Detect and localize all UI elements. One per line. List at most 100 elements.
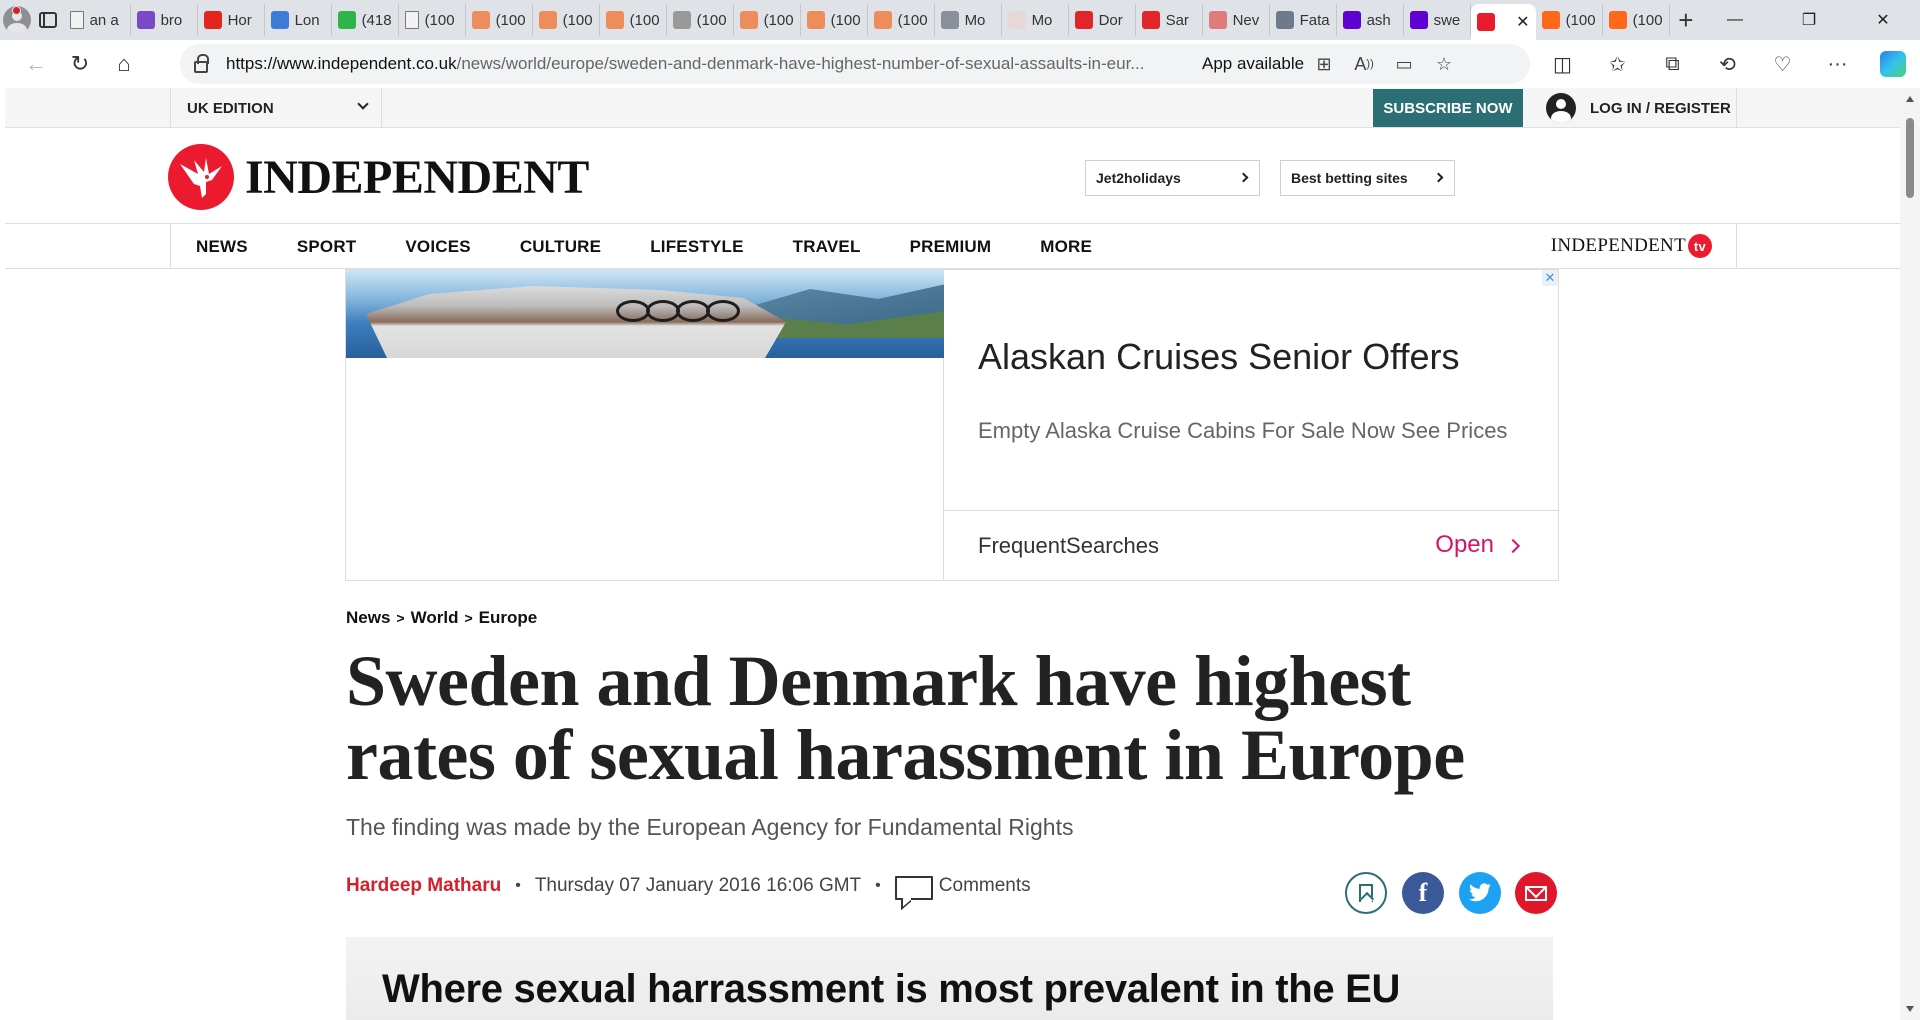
home-button[interactable]: ⌂ (102, 44, 146, 84)
chevron-right-icon (1238, 172, 1249, 183)
browser-tab[interactable]: (100 (868, 4, 935, 36)
scroll-down-icon[interactable] (1906, 1006, 1914, 1012)
independent-tv-link[interactable]: INDEPENDENT tv (1551, 234, 1712, 258)
lock-icon[interactable] (194, 54, 209, 73)
browser-tab[interactable]: (100 (734, 4, 801, 36)
browser-tab[interactable]: (418 (332, 4, 399, 36)
browser-tab[interactable]: (100 (600, 4, 667, 36)
copilot-button[interactable] (1865, 44, 1920, 84)
browser-tab[interactable]: Lon (265, 4, 332, 36)
breadcrumb-europe[interactable]: Europe (479, 608, 538, 628)
comments-link[interactable]: Comments (939, 875, 1031, 897)
browser-tab[interactable]: Mo (1002, 4, 1069, 36)
favorites-icon[interactable]: ✩ (1590, 44, 1645, 84)
toolbar-actions: ◫ ✩ ⧉ ⟲ ♡ ··· (1535, 40, 1920, 88)
tab-label: (100 (763, 11, 794, 29)
refresh-button[interactable]: ↻ (58, 44, 102, 84)
ad-close-icon[interactable]: ✕ (1542, 270, 1558, 286)
browser-tab[interactable]: (100 (667, 4, 734, 36)
scroll-thumb[interactable] (1906, 118, 1914, 198)
breadcrumb-news[interactable]: News (346, 608, 390, 628)
scroll-up-icon[interactable] (1906, 96, 1914, 102)
browser-tab[interactable]: (100 (1603, 4, 1670, 36)
subscribe-button[interactable]: SUBSCRIBE NOW (1373, 89, 1523, 127)
tab-actions-button[interactable] (33, 0, 64, 40)
browser-tab[interactable]: Sar (1136, 4, 1203, 36)
ad-open-label: Open (1435, 531, 1494, 558)
split-screen-icon[interactable]: ◫ (1535, 44, 1590, 84)
share-facebook-button[interactable]: f (1402, 872, 1444, 914)
nav-item-lifestyle[interactable]: LIFESTYLE (650, 237, 743, 257)
browser-tab[interactable]: (100 (533, 4, 600, 36)
bookmark-button[interactable] (1345, 872, 1387, 914)
browser-tab[interactable]: Dor (1069, 4, 1136, 36)
tab-label: (100 (1565, 11, 1596, 29)
independent-eagle-icon[interactable] (168, 144, 234, 210)
browser-tab[interactable]: Nev (1203, 4, 1270, 36)
app-install-icon[interactable]: ⊞ (1304, 44, 1344, 84)
tab-label: Hor (227, 11, 252, 29)
app-available-label[interactable]: App available (1202, 54, 1304, 74)
nav-item-premium[interactable]: PREMIUM (910, 237, 992, 257)
performance-icon[interactable]: ♡ (1755, 44, 1810, 84)
browser-tab[interactable]: Hor (198, 4, 265, 36)
page-scrollbar[interactable] (1900, 88, 1920, 1020)
ad-source[interactable]: FrequentSearches (978, 533, 1159, 559)
share-email-button[interactable] (1515, 872, 1557, 914)
nav-item-culture[interactable]: CULTURE (520, 237, 601, 257)
ad-image-cruise-ship[interactable] (346, 270, 944, 358)
substack-icon (538, 11, 557, 29)
back-button[interactable]: ← (14, 44, 58, 84)
browser-tab[interactable]: ash (1337, 4, 1404, 36)
read-aloud-icon[interactable]: A)) (1344, 44, 1384, 84)
close-window-button[interactable]: ✕ (1846, 0, 1920, 40)
nav-item-voices[interactable]: VOICES (405, 237, 470, 257)
browser-tab[interactable]: Mo (935, 4, 1002, 36)
more-menu-icon[interactable]: ··· (1810, 44, 1865, 84)
substack-icon (471, 11, 490, 29)
browser-tab[interactable]: (100 (399, 4, 466, 36)
address-bar[interactable]: https://www.independent.co.uk/news/world… (180, 44, 1530, 84)
collections-icon[interactable]: ⧉ (1645, 44, 1700, 84)
share-twitter-button[interactable] (1459, 872, 1501, 914)
browser-tab[interactable]: (100 (1536, 4, 1603, 36)
browser-tab[interactable]: (100 (466, 4, 533, 36)
advertisement[interactable]: ✕ Alaskan Cruises Senior Offers Empty Al… (345, 269, 1559, 581)
browser-tab[interactable]: Fata (1270, 4, 1337, 36)
article-byline: Hardeep Matharu • Thursday 07 January 20… (346, 870, 1031, 902)
nav-item-more[interactable]: MORE (1040, 237, 1092, 257)
close-tab-icon[interactable]: ✕ (1516, 12, 1529, 32)
browser-tab[interactable]: (100 (801, 4, 868, 36)
comments-icon[interactable] (894, 876, 933, 900)
nav-item-news[interactable]: NEWS (196, 237, 248, 257)
edition-selector[interactable]: UK EDITION (170, 88, 382, 128)
breadcrumb-world[interactable]: World (411, 608, 459, 628)
nav-item-sport[interactable]: SPORT (297, 237, 357, 257)
url-text[interactable]: https://www.independent.co.uk/news/world… (226, 54, 1186, 74)
browser-tab-active[interactable]: ✕ (1470, 4, 1536, 40)
history-icon[interactable]: ⟲ (1700, 44, 1755, 84)
substack-icon (873, 11, 892, 29)
promo-jet2holidays[interactable]: Jet2holidays (1085, 160, 1260, 196)
immersive-reader-icon[interactable]: ▭ (1384, 44, 1424, 84)
promo-betting-sites[interactable]: Best betting sites (1280, 160, 1455, 196)
ad-image-ring (646, 300, 680, 322)
profile-button[interactable] (0, 0, 33, 40)
favorite-star-icon[interactable]: ☆ (1424, 44, 1464, 84)
top-utility-bar: UK EDITION SUBSCRIBE NOW LOG IN / REGIST… (5, 88, 1900, 128)
promo-label: Jet2holidays (1096, 170, 1181, 186)
browser-tab[interactable]: swe (1404, 4, 1471, 36)
login-register-button[interactable]: LOG IN / REGISTER (1524, 88, 1737, 128)
browser-tab[interactable]: an a (64, 4, 131, 36)
ad-description[interactable]: Empty Alaska Cruise Cabins For Sale Now … (978, 418, 1507, 444)
browser-tab[interactable]: bro (131, 4, 198, 36)
minimize-button[interactable]: — (1698, 0, 1772, 40)
restore-button[interactable]: ❐ (1772, 0, 1846, 40)
author-link[interactable]: Hardeep Matharu (346, 875, 501, 897)
new-tab-button[interactable]: + (1674, 0, 1698, 40)
ad-open-button[interactable]: Open (1435, 531, 1516, 559)
tab-actions-icon (39, 12, 58, 28)
ad-title[interactable]: Alaskan Cruises Senior Offers (978, 336, 1460, 378)
site-logo[interactable]: INDEPENDENT (245, 150, 589, 205)
nav-item-travel[interactable]: TRAVEL (793, 237, 861, 257)
